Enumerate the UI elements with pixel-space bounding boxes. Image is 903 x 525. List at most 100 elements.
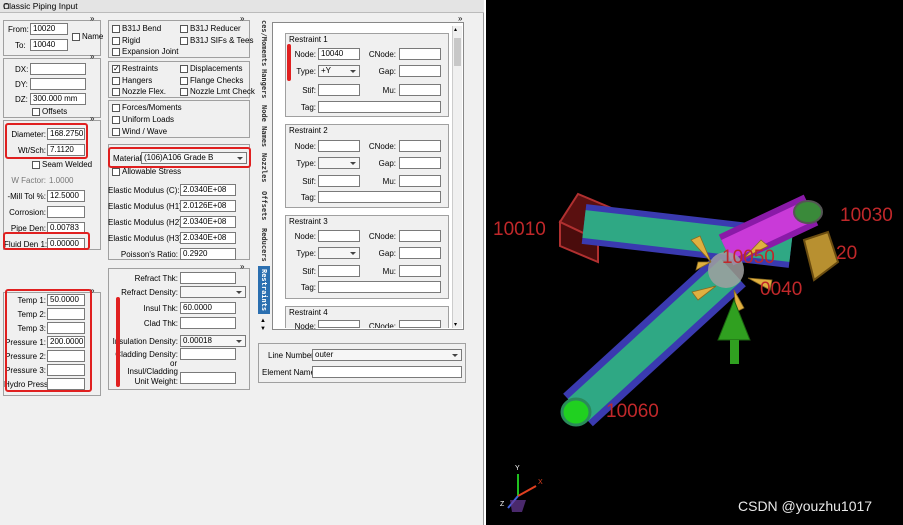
highlight-diameter [5, 123, 88, 159]
expand-icon[interactable]: » [240, 14, 245, 23]
auxiliary-tab-strip: ces/Moments Hangers Node Names Nozzles O… [258, 20, 270, 332]
restraint-2-node-input[interactable] [318, 140, 360, 152]
line-number-select[interactable]: outer [312, 349, 462, 361]
restraint-1-tag-input[interactable] [318, 101, 441, 113]
mill-tol-label: -Mill Tol %: [7, 192, 46, 201]
restraints-scrollbar[interactable]: ▴ ▾ [452, 26, 462, 328]
support-arrow-y [717, 298, 751, 364]
restraint-3-node-label: Node: [294, 232, 316, 241]
displacements-checkbox[interactable] [180, 65, 188, 73]
restraint-2-title: Restraint 2 [289, 126, 328, 135]
tab-forces-moments[interactable]: ces/Moments [258, 20, 270, 66]
restraint-4-node-input[interactable] [318, 320, 360, 328]
from-label: From: [8, 25, 29, 34]
uniform-loads-checkbox[interactable] [112, 116, 120, 124]
dy-input[interactable] [30, 78, 86, 90]
clad-thk-input[interactable] [180, 317, 236, 329]
elastic-c-input[interactable]: 2.0340E+08 [180, 184, 236, 196]
restraint-2-mu-input[interactable] [399, 175, 441, 187]
elastic-h3-input[interactable]: 2.0340E+08 [180, 232, 236, 244]
restraint-3-gap-input[interactable] [399, 247, 441, 259]
restraint-4-node-label: Node: [294, 322, 316, 331]
tab-nozzles[interactable]: Nozzles [258, 150, 270, 186]
hangers-checkbox[interactable] [112, 77, 120, 85]
elastic-h1-input[interactable]: 2.0126E+08 [180, 200, 236, 212]
restraint-1-type-select[interactable]: +Y [318, 65, 360, 77]
restraint-2-gap-input[interactable] [399, 157, 441, 169]
expand-icon[interactable]: » [90, 114, 95, 123]
seam-welded-checkbox[interactable] [32, 161, 40, 169]
restraint-box-20 [802, 230, 840, 282]
refract-thk-input[interactable] [180, 272, 236, 284]
restraints-checkbox[interactable]: ✓ [112, 65, 120, 73]
tab-scroll-down-icon[interactable]: ▼ [260, 324, 266, 334]
restraint-3-type-select[interactable] [318, 247, 360, 259]
scrollbar-thumb[interactable] [454, 38, 461, 66]
expansion-joint-checkbox[interactable] [112, 48, 120, 56]
cladding-density-input[interactable] [180, 348, 236, 360]
restraint-2-type-select[interactable] [318, 157, 360, 169]
pin-icon[interactable]: ⊓ [3, 1, 481, 12]
allowable-stress-checkbox[interactable] [112, 168, 120, 176]
wind-wave-label: Wind / Wave [122, 127, 168, 136]
tab-offsets[interactable]: Offsets [258, 188, 270, 224]
restraint-3-mu-input[interactable] [399, 265, 441, 277]
restraint-2-cnode-input[interactable] [399, 140, 441, 152]
restraint-3-stif-input[interactable] [318, 265, 360, 277]
model-3d-viewport[interactable]: 10010 10030 20 10050 0040 10060 Y Z X CS… [486, 0, 903, 525]
restraint-4-cnode-label: CNode: [368, 322, 396, 328]
tab-restraints[interactable]: Restraints [258, 266, 270, 314]
restraint-1-cnode-input[interactable] [399, 48, 441, 60]
tab-hangers[interactable]: Hangers [258, 66, 270, 102]
restraint-3-node-input[interactable] [318, 230, 360, 242]
poisson-input[interactable]: 0.2920 [180, 248, 236, 260]
restraint-1-stif-input[interactable] [318, 84, 360, 96]
rigid-checkbox[interactable] [112, 37, 120, 45]
highlight-insulation [116, 297, 120, 387]
element-name-input[interactable] [312, 366, 462, 378]
axis-triad [507, 474, 537, 512]
insul-thk-input[interactable]: 60.0000 [180, 302, 236, 314]
elastic-h3-label: Elastic Modulus (H3): [108, 234, 185, 243]
restraint-2-stif-input[interactable] [318, 175, 360, 187]
restraint-1-gap-input[interactable] [399, 65, 441, 77]
to-node-input[interactable]: 10040 [30, 39, 68, 51]
wind-wave-checkbox[interactable] [112, 128, 120, 136]
dz-input[interactable]: 300.000 mm [30, 93, 86, 105]
dx-input[interactable] [30, 63, 86, 75]
elastic-h2-input[interactable]: 2.0340E+08 [180, 216, 236, 228]
restraint-1-mu-label: Mu: [382, 86, 396, 95]
expand-icon[interactable]: » [90, 14, 95, 23]
nozzle-lmt-checkbox[interactable] [180, 88, 188, 96]
classic-piping-input-panel: Classic Piping Input ⊓ » From: 10020 To:… [0, 0, 484, 525]
tab-reducers[interactable]: Reducers [258, 226, 270, 264]
scroll-down-icon[interactable]: ▾ [454, 321, 457, 328]
refract-density-select[interactable] [180, 286, 246, 298]
scroll-up-icon[interactable]: ▴ [454, 26, 457, 33]
restraint-1-node-input[interactable]: 10040 [318, 48, 360, 60]
expand-icon[interactable]: » [240, 262, 245, 271]
nozzle-flex-checkbox[interactable] [112, 88, 120, 96]
displacements-label: Displacements [190, 64, 243, 73]
from-node-input[interactable]: 10020 [30, 23, 68, 35]
expand-icon[interactable]: » [90, 52, 95, 61]
restraint-2-tag-input[interactable] [318, 191, 441, 203]
b31j-sifs-checkbox[interactable] [180, 37, 188, 45]
b31j-reducer-checkbox[interactable] [180, 25, 188, 33]
mill-tol-input[interactable]: 12.5000 [47, 190, 85, 202]
name-checkbox[interactable] [72, 33, 80, 41]
restraint-2-node-label: Node: [294, 142, 316, 151]
restraint-3-tag-input[interactable] [318, 281, 441, 293]
tab-node-names[interactable]: Node Names [258, 104, 270, 148]
forces-moments-checkbox[interactable] [112, 104, 120, 112]
nozzle-flex-label: Nozzle Flex. [122, 87, 167, 96]
b31j-bend-checkbox[interactable] [112, 25, 120, 33]
flange-checks-checkbox[interactable] [180, 77, 188, 85]
restraint-4-cnode-input[interactable] [399, 320, 441, 328]
restraint-3-cnode-input[interactable] [399, 230, 441, 242]
restraint-1-mu-input[interactable] [399, 84, 441, 96]
insulation-density-select[interactable]: 0.00018 [180, 335, 246, 347]
corrosion-input[interactable] [47, 206, 85, 218]
unit-weight-input[interactable] [180, 372, 236, 384]
offsets-checkbox[interactable] [32, 108, 40, 116]
